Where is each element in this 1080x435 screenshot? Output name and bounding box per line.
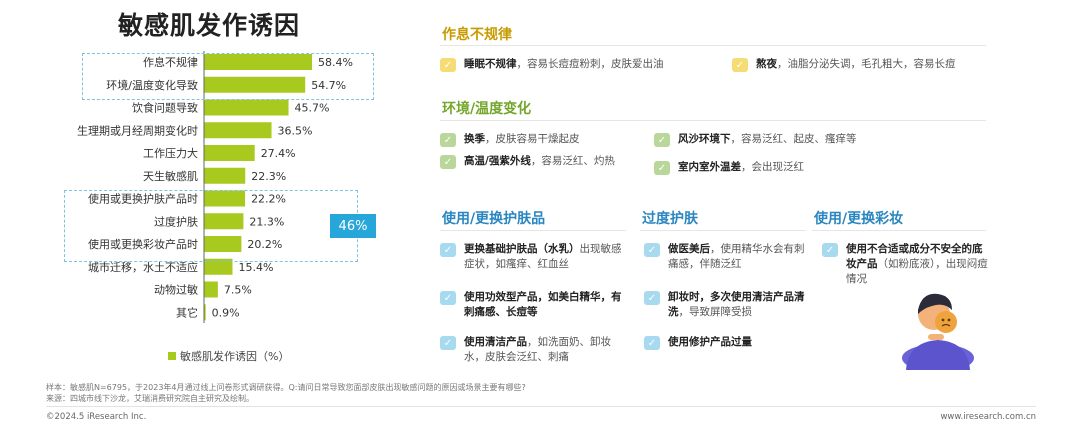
check-icon: ✓ (440, 243, 456, 257)
list-item: ✓ 使用功效型产品，如美白精华，有刺痛感、长痘等 (440, 290, 626, 320)
list-item: ✓ 换季，皮肤容易干燥起皮 (440, 132, 640, 147)
category-label: 天生敏感肌 (143, 169, 198, 183)
section-title-makeup: 使用/更换彩妆 (814, 211, 904, 227)
list-item: ✓ 做医美后，使用精华水会有刺痛感，伴随泛红 (644, 242, 810, 272)
highlight-box-top (82, 53, 374, 100)
category-label: 动物过敏 (154, 283, 198, 297)
check-icon: ✓ (644, 243, 660, 257)
list-item: ✓ 卸妆时，多次使用清洁产品清洗，导致屏障受损 (644, 290, 810, 320)
section-divider (812, 230, 986, 231)
bar (204, 122, 272, 139)
source-note: 来源：四城市线下沙龙，艾瑞消费研究院自主研究及绘制。 (46, 394, 254, 403)
value-label: 36.5% (278, 124, 313, 137)
section-title-env: 环境/温度变化 (442, 101, 532, 117)
list-item: ✓ 睡眠不规律，容易长痘痘粉刺，皮肤爱出油 (440, 57, 720, 72)
bar (204, 145, 255, 161)
section-title-skincare: 使用/更换护肤品 (442, 211, 546, 227)
products-share-badge: 46% (330, 214, 376, 238)
sample-note: 样本：敏感肌N=6795，于2023年4月通过线上问卷形式调研获得。Q:请问日常… (46, 383, 526, 392)
value-label: 0.9% (212, 306, 240, 319)
section-divider (640, 230, 806, 231)
list-item: ✓ 熬夜，油脂分泌失调，毛孔粗大，容易长痘 (732, 57, 990, 72)
list-item: ✓ 室内室外温差，会出现泛红 (654, 160, 954, 175)
list-item: ✓ 使用清洁产品，如洗面奶、卸妆水，皮肤会泛红、刺痛 (440, 335, 626, 365)
check-icon: ✓ (644, 291, 660, 305)
bar (204, 281, 218, 298)
list-item: ✓ 高温/强紫外线，容易泛红、灼热 (440, 154, 636, 169)
value-label: 45.7% (295, 102, 330, 115)
bar (204, 99, 289, 116)
category-label: 其它 (176, 305, 198, 319)
section-divider (440, 45, 986, 46)
check-icon: ✓ (654, 133, 670, 147)
section-title-sleep: 作息不规律 (442, 27, 512, 43)
check-icon: ✓ (822, 243, 838, 257)
copyright: ©2024.5 iResearch Inc. (46, 412, 147, 422)
check-icon: ✓ (644, 336, 660, 350)
list-item: ✓ 更换基础护肤品（水乳）出现敏感症状，如瘙痒、红血丝 (440, 242, 626, 272)
list-item: ✓ 风沙环境下，容易泛红、起皮、瘙痒等 (654, 132, 954, 147)
check-icon: ✓ (440, 155, 456, 169)
check-icon: ✓ (654, 161, 670, 175)
check-icon: ✓ (732, 58, 748, 72)
value-label: 27.4% (261, 147, 296, 160)
check-icon: ✓ (440, 291, 456, 305)
check-icon: ✓ (440, 58, 456, 72)
bar (204, 167, 246, 184)
check-icon: ✓ (440, 133, 456, 147)
section-divider (440, 230, 626, 231)
category-label: 饮食问题导致 (132, 101, 198, 115)
value-label: 22.3% (251, 170, 286, 183)
category-label: 生理期或月经周期变化时 (77, 123, 198, 137)
value-label: 15.4% (238, 261, 273, 274)
category-label: 工作压力大 (143, 146, 198, 160)
section-divider (440, 120, 986, 121)
highlight-box-products (64, 190, 358, 262)
footer-divider (46, 406, 1036, 407)
sensitive-skin-person-illustration (902, 293, 974, 370)
chart-legend: 敏感肌发作诱因（%） (168, 348, 289, 364)
legend-swatch (168, 352, 176, 360)
section-title-over: 过度护肤 (642, 211, 698, 227)
legend-label: 敏感肌发作诱因（%） (180, 350, 290, 363)
check-icon: ✓ (440, 336, 456, 350)
website-link[interactable]: www.iresearch.com.cn (940, 412, 1036, 422)
list-item: ✓ 使用修护产品过量 (644, 335, 810, 350)
value-label: 7.5% (224, 284, 252, 297)
list-item: ✓ 使用不合适或成分不安全的底妆产品（如粉底液），出现闷痘情况 (822, 242, 990, 287)
